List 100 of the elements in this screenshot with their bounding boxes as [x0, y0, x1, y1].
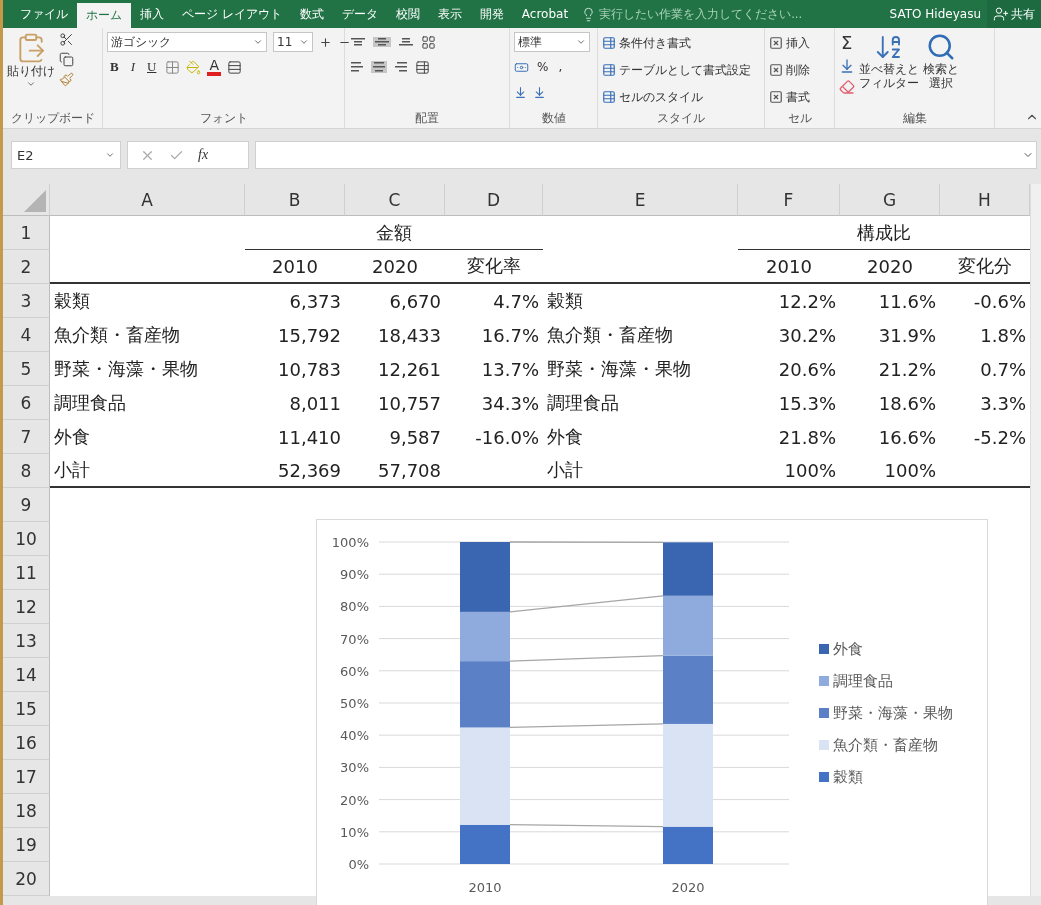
ribbon-tab[interactable]: 挿入 — [131, 0, 173, 28]
row-header[interactable]: 4 — [3, 318, 50, 352]
row-header[interactable]: 19 — [3, 828, 50, 862]
row-header[interactable]: 8 — [3, 454, 50, 488]
align-button[interactable] — [349, 61, 365, 73]
tell-me-field[interactable]: 実行したい作業を入力してください... — [577, 0, 807, 28]
ribbon-tab[interactable]: 開発 — [470, 0, 513, 28]
grow-font-icon[interactable] — [319, 35, 332, 49]
ribbon-tab[interactable]: Acrobat — [512, 0, 578, 28]
row-header[interactable]: 10 — [3, 522, 50, 556]
row-header[interactable]: 15 — [3, 692, 50, 726]
align-icon — [373, 62, 385, 72]
ribbon-tab[interactable]: 表示 — [428, 0, 471, 28]
row-header[interactable]: 1 — [3, 216, 50, 250]
caret-icon — [105, 150, 115, 160]
italic-button[interactable]: I — [127, 59, 138, 75]
table-cell-text: 魚介類・畜産物 — [53, 323, 181, 347]
font-name-field[interactable]: 游ゴシック — [107, 32, 267, 52]
table-cell-text: 18.6% — [877, 391, 937, 416]
row-header[interactable]: 3 — [3, 284, 50, 318]
row-header[interactable]: 12 — [3, 590, 50, 624]
row-header[interactable]: 13 — [3, 624, 50, 658]
font-color-button[interactable]: A — [207, 58, 221, 76]
fill-color-icon[interactable] — [186, 59, 202, 75]
axis-label: 30% — [340, 760, 369, 776]
number-format-field[interactable]: 標準 — [514, 32, 590, 52]
row-header[interactable]: 14 — [3, 658, 50, 692]
cell-command[interactable]: 挿入 — [769, 32, 810, 54]
table-cell: 構成比 — [738, 216, 1030, 250]
row-header[interactable]: 18 — [3, 794, 50, 828]
comma-button[interactable]: , — [556, 59, 565, 75]
fill-down-icon[interactable] — [839, 58, 855, 74]
align-button[interactable] — [349, 37, 367, 47]
style-command[interactable]: 条件付き書式 — [602, 32, 751, 54]
table-cell-text: 0.7% — [979, 357, 1027, 382]
vertical-scrollbar[interactable] — [1030, 184, 1041, 896]
person-icon — [993, 6, 1009, 22]
caret-icon — [576, 37, 586, 47]
align-button[interactable] — [371, 61, 387, 73]
row-header[interactable]: 17 — [3, 760, 50, 794]
share-button[interactable]: 共有 — [987, 0, 1041, 28]
bar-segment — [460, 542, 510, 612]
eraser-icon[interactable] — [839, 79, 855, 95]
column-header[interactable]: H — [940, 184, 1030, 216]
sort-button[interactable]: 並べ替えと フィルター — [859, 32, 919, 110]
style-command[interactable]: セルのスタイル — [602, 86, 751, 108]
name-box[interactable]: E2 — [11, 141, 121, 169]
table-cell: 変化分 — [940, 250, 1030, 284]
find-button[interactable]: 検索と 選択 — [923, 32, 959, 110]
row-header[interactable]: 6 — [3, 386, 50, 420]
brush-icon[interactable] — [59, 72, 74, 87]
column-header[interactable]: F — [738, 184, 840, 216]
table-cell: 2020 — [840, 250, 940, 284]
ribbon-tab[interactable]: データ — [332, 0, 387, 28]
ribbon-tab[interactable]: 数式 — [290, 0, 333, 28]
align-button[interactable] — [393, 61, 409, 73]
table-cell: 2020 — [345, 250, 445, 284]
insert-function-button[interactable]: fx — [198, 147, 209, 163]
ribbon-tab[interactable]: ホーム — [77, 3, 131, 28]
style-command[interactable]: テーブルとして書式設定 — [602, 59, 751, 81]
column-header[interactable]: D — [445, 184, 543, 216]
bold-button[interactable]: B — [107, 59, 122, 75]
align-button[interactable] — [397, 37, 415, 47]
column-header[interactable]: E — [543, 184, 738, 216]
font-size-field[interactable]: 11 — [273, 32, 313, 52]
scissors-icon[interactable] — [59, 32, 74, 47]
align-button[interactable] — [373, 37, 391, 47]
row-header[interactable]: 16 — [3, 726, 50, 760]
row-header[interactable]: 2 — [3, 250, 50, 284]
ribbon-tab[interactable]: ページ レイアウト — [173, 0, 291, 28]
row-header[interactable]: 7 — [3, 420, 50, 454]
align-icon — [399, 38, 413, 46]
group-label: 編集 — [901, 110, 928, 127]
legend-label: 外食 — [833, 640, 863, 658]
row-header[interactable]: 5 — [3, 352, 50, 386]
table-cell-text: 15,792 — [277, 323, 342, 348]
column-header[interactable]: B — [245, 184, 345, 216]
autosum-button[interactable]: Σ — [839, 32, 855, 53]
copy-icon[interactable] — [59, 52, 74, 67]
row-header[interactable]: 11 — [3, 556, 50, 590]
column-header[interactable]: G — [840, 184, 940, 216]
underline-button[interactable]: U — [144, 59, 160, 75]
cell-command[interactable]: 書式 — [769, 86, 810, 108]
paste-button[interactable]: 貼り付け — [7, 32, 55, 110]
row-header[interactable]: 9 — [3, 488, 50, 522]
table-icon — [602, 36, 616, 50]
border-icon[interactable] — [165, 59, 181, 75]
cell-command[interactable]: 削除 — [769, 59, 810, 81]
row-header[interactable]: 20 — [3, 862, 50, 896]
align-icon — [395, 62, 407, 72]
axis-label: 40% — [340, 728, 369, 744]
column-header[interactable]: A — [50, 184, 245, 216]
ribbon-tab[interactable]: ファイル — [11, 0, 77, 28]
percent-button[interactable]: % — [535, 59, 551, 75]
align-icon — [375, 38, 389, 46]
table-cell-text: -16.0% — [474, 425, 540, 450]
table-cell: 金額 — [245, 216, 543, 250]
formula-field[interactable] — [255, 141, 1037, 169]
column-header[interactable]: C — [345, 184, 445, 216]
ribbon-tab[interactable]: 校閲 — [386, 0, 429, 28]
